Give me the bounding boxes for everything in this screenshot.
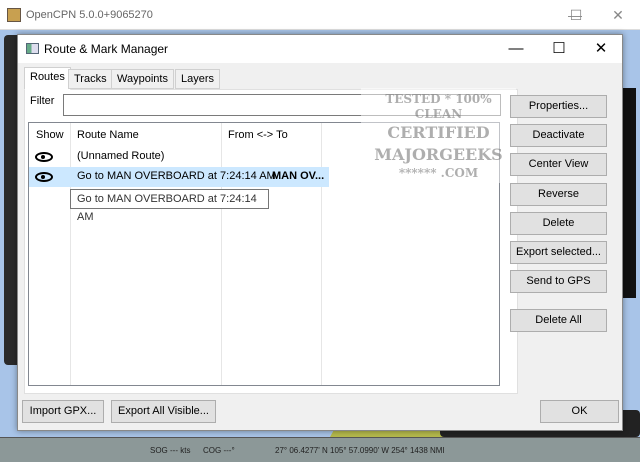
export-all-visible-button[interactable]: Export All Visible... [111, 400, 216, 423]
reverse-button[interactable]: Reverse [510, 183, 607, 206]
dialog-titlebar: Route & Mark Manager — ☐ ✕ [18, 35, 622, 63]
app-title: OpenCPN 5.0.0+9065270 [26, 9, 153, 21]
status-position: 27° 06.4277' N 105° 57.0990' W 254° 1438… [275, 446, 445, 455]
eye-icon[interactable] [35, 172, 53, 182]
route-name: (Unnamed Route) [77, 150, 165, 162]
delete-all-button[interactable]: Delete All [510, 309, 607, 332]
eye-icon[interactable] [35, 152, 53, 162]
center-view-button[interactable]: Center View [510, 153, 607, 176]
watermark-line: MAJORGEEKS [374, 145, 503, 164]
tab-waypoints[interactable]: Waypoints [111, 69, 174, 89]
dialog-minimize-button[interactable]: — [496, 38, 536, 60]
properties-button[interactable]: Properties... [510, 95, 607, 118]
route-from-to: MAN OV... [272, 170, 325, 182]
opencpn-logo-icon [7, 8, 21, 22]
ok-button[interactable]: OK [540, 400, 619, 423]
tab-routes[interactable]: Routes [24, 67, 71, 90]
watermark-line: ****** .COM [398, 166, 479, 180]
route-name-tooltip: Go to MAN OVERBOARD at 7:24:14 AM [70, 189, 269, 223]
export-selected-button[interactable]: Export selected... [510, 241, 607, 264]
status-bar: SOG --- kts COG ---° 27° 06.4277' N 105°… [0, 437, 640, 462]
import-gpx-button[interactable]: Import GPX... [22, 400, 104, 423]
deactivate-button[interactable]: Deactivate [510, 124, 607, 147]
app-maximize-button[interactable]: ☐ [556, 4, 596, 26]
send-to-gps-button[interactable]: Send to GPS [510, 270, 607, 293]
dialog-maximize-button[interactable]: ☐ [539, 38, 579, 60]
tab-layers[interactable]: Layers [175, 69, 221, 89]
route-row-selected[interactable]: Go to MAN OVERBOARD at 7:24:14 AM MAN OV… [29, 167, 329, 187]
status-sog: SOG --- kts [150, 446, 191, 455]
tab-tracks[interactable]: Tracks [68, 69, 113, 89]
route-row[interactable]: (Unnamed Route) [29, 147, 321, 167]
app-titlebar: OpenCPN 5.0.0+9065270 — ☐ ✕ [0, 0, 640, 30]
majorgeeks-watermark: TESTED * 100% CLEAN CERTIFIED MAJORGEEKS… [361, 88, 516, 183]
route-name: Go to MAN OVERBOARD at 7:24:14 AM [77, 170, 276, 182]
watermark-line: TESTED * 100% CLEAN [385, 92, 492, 121]
dialog-title: Route & Mark Manager [44, 42, 169, 56]
header-route-name[interactable]: Route Name [77, 129, 139, 141]
header-from-to[interactable]: From <-> To [228, 129, 288, 141]
watermark-line: CERTIFIED [387, 123, 490, 142]
filter-label: Filter [30, 95, 55, 107]
app-close-button[interactable]: ✕ [598, 4, 638, 26]
dialog-close-button[interactable]: ✕ [581, 38, 621, 60]
dialog-app-icon [26, 43, 39, 54]
delete-button[interactable]: Delete [510, 212, 607, 235]
route-mark-manager-dialog: Route & Mark Manager — ☐ ✕ Routes Tracks… [17, 34, 623, 431]
status-cog: COG ---° [203, 446, 235, 455]
header-show[interactable]: Show [36, 129, 64, 141]
